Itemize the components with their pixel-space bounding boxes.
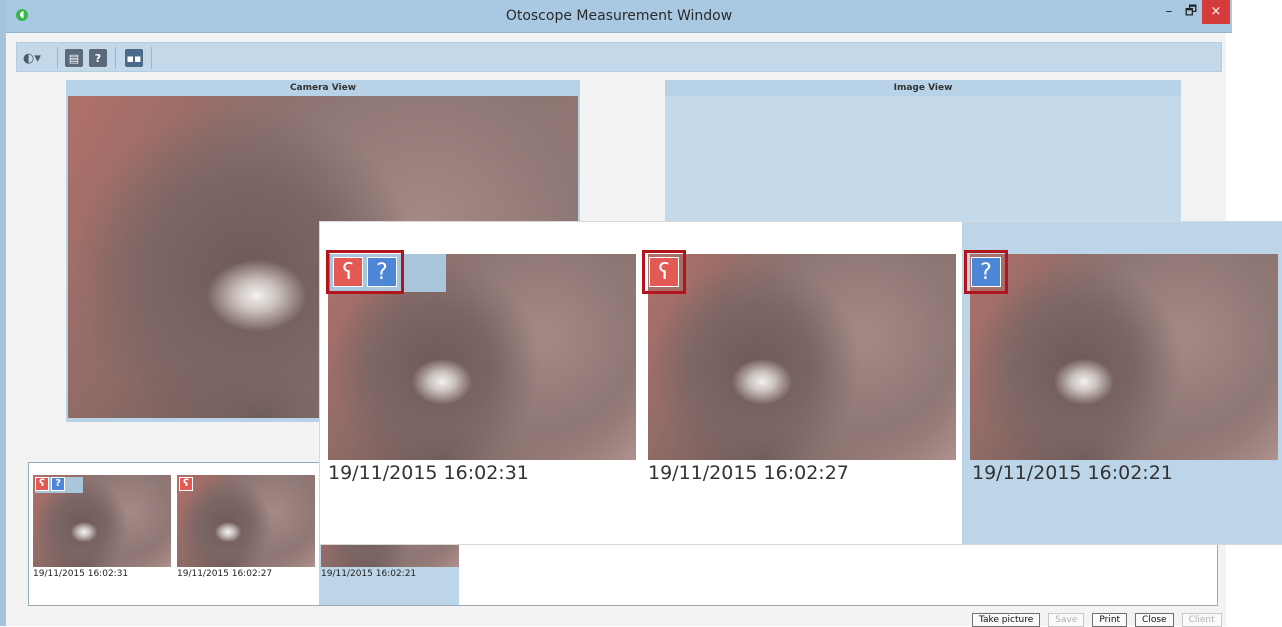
left-ear-icon: ʕ — [179, 477, 193, 491]
thumbnail-item[interactable]: ʕ 19/11/2015 16:02:27 — [175, 475, 315, 605]
right-ear-icon: ? — [367, 257, 397, 287]
print-button[interactable]: Print — [1092, 613, 1128, 627]
thumbnail-date: 19/11/2015 16:02:27 — [177, 569, 273, 579]
thumbnail-item[interactable]: ʕ ? 19/11/2015 16:02:31 — [31, 475, 171, 605]
ear-badges-highlight: ʕ — [642, 250, 686, 294]
left-ear-icon: ʕ — [35, 477, 49, 491]
client-button[interactable]: Client — [1181, 613, 1222, 627]
title-bar: ◖ Otoscope Measurement Window – 🗗 × — [6, 0, 1232, 33]
left-ear-icon: ʕ — [333, 257, 363, 287]
thumbnail-image — [177, 475, 315, 567]
zoom-tile: ʕ ? 19/11/2015 16:02:31 — [320, 222, 642, 544]
ear-badges-highlight: ʕ ? — [326, 250, 404, 294]
layout-icon[interactable]: ▪▪ — [125, 49, 143, 67]
thumbnail-date: 19/11/2015 16:02:21 — [321, 569, 417, 579]
zoom-image — [648, 254, 956, 460]
save-button[interactable]: Save — [1048, 613, 1085, 627]
theme-dropdown-icon[interactable]: ◐▾ — [23, 49, 51, 67]
close-window-button[interactable]: × — [1202, 0, 1230, 24]
right-ear-icon: ? — [971, 257, 1001, 287]
toolbar: ◐▾ ▤ ? ▪▪ — [16, 42, 1222, 72]
zoom-date: 19/11/2015 16:02:21 — [972, 462, 1173, 484]
zoom-image — [970, 254, 1278, 460]
right-ear-icon: ? — [51, 477, 65, 491]
maximize-button[interactable]: 🗗 — [1180, 0, 1202, 24]
ear-badges: ʕ — [179, 477, 193, 491]
save-icon[interactable]: ▤ — [65, 49, 83, 67]
zoom-callout: ʕ ? 19/11/2015 16:02:31 ʕ 19/11/2015 16:… — [320, 222, 1282, 544]
left-ear-icon: ʕ — [649, 257, 679, 287]
minimize-button[interactable]: – — [1158, 0, 1180, 24]
image-view-title: Image View — [665, 80, 1181, 96]
close-button[interactable]: Close — [1135, 613, 1174, 627]
toolbar-separator — [151, 47, 152, 69]
zoom-tile: ʕ 19/11/2015 16:02:27 — [642, 222, 962, 544]
thumbnail-date: 19/11/2015 16:02:31 — [33, 569, 129, 579]
action-buttons: Take picture Save Print Close Client — [972, 613, 1222, 627]
ear-badges-highlight: ? — [964, 250, 1008, 294]
ear-badges: ʕ ? — [35, 477, 65, 491]
window-title: Otoscope Measurement Window — [505, 8, 733, 24]
help-icon[interactable]: ? — [89, 49, 107, 67]
toolbar-separator — [115, 47, 116, 69]
camera-view-title: Camera View — [66, 80, 580, 96]
take-picture-button[interactable]: Take picture — [972, 613, 1041, 627]
toolbar-separator — [57, 47, 58, 69]
zoom-date: 19/11/2015 16:02:27 — [648, 462, 849, 484]
zoom-date: 19/11/2015 16:02:31 — [328, 462, 529, 484]
zoom-tile-selected: ? 19/11/2015 16:02:21 — [962, 222, 1282, 544]
